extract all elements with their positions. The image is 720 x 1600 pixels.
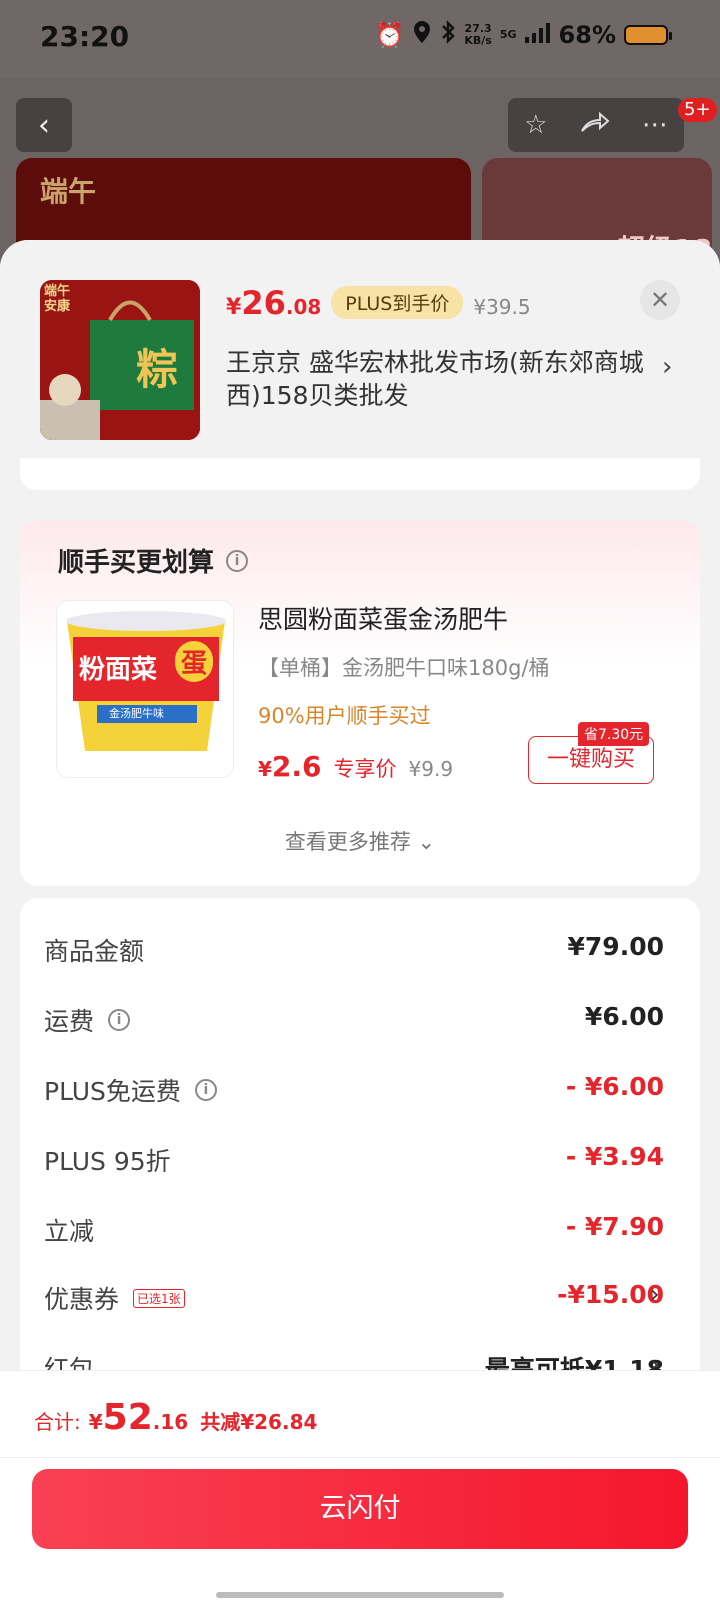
- network-speed: 27.3 KB/s: [464, 22, 492, 47]
- background-page: ‹ ☆ ⋯ 5+ 端午 超级18: [0, 78, 720, 278]
- original-price: ¥39.5: [473, 295, 531, 319]
- info-icon[interactable]: i: [108, 1009, 131, 1031]
- store-address[interactable]: 王京京 盛华宏林批发市场(新东郊商城西)158贝类批发: [226, 346, 646, 412]
- price-row: ¥26.08 PLUS到手价 ¥39.5: [226, 284, 531, 323]
- divider: [0, 1457, 720, 1458]
- chevron-left-icon: ‹: [38, 107, 50, 143]
- product-price: ¥26.08: [226, 284, 322, 322]
- status-icons: ⏰ 27.3 KB/s 5G 68%: [374, 20, 672, 50]
- summary-row-instant-off: 立减 - ¥7.90: [44, 1212, 664, 1246]
- bluetooth-icon: [440, 20, 456, 50]
- close-icon: ✕: [649, 286, 671, 314]
- coupon-chip: 已选1张: [133, 1288, 185, 1308]
- addon-name[interactable]: 思圆粉面菜蛋金汤肥牛: [258, 600, 508, 636]
- addon-spec: 【单桶】金汤肥牛口味180g/桶: [258, 656, 550, 680]
- price-summary: 商品金额 ¥79.00 运费 i ¥6.00 PLUS免运费 i - ¥6.00 P…: [20, 898, 700, 1418]
- home-indicator[interactable]: [216, 1592, 504, 1598]
- summary-row-goods: 商品金额 ¥79.00: [44, 932, 664, 966]
- signal-icon: [524, 21, 551, 49]
- back-button[interactable]: ‹: [16, 98, 72, 152]
- more-icon[interactable]: ⋯: [642, 110, 668, 140]
- addon-price-row: ¥2.6 专享价 ¥9.9: [258, 750, 453, 783]
- pay-button[interactable]: 云闪付: [32, 1469, 688, 1549]
- addon-card: 顺手买更划算 i 粉面菜 蛋 金汤肥牛味 思圆粉面菜蛋金汤肥牛 【单桶】金汤肥牛…: [20, 520, 700, 886]
- status-time: 23:20: [40, 20, 130, 53]
- addon-original-price: ¥9.9: [408, 757, 454, 781]
- battery-percent: 68%: [558, 21, 616, 49]
- summary-row-plus-discount: PLUS 95折 - ¥3.94: [44, 1142, 664, 1176]
- summary-row-coupon[interactable]: 优惠券 已选1张 -¥15.00: [44, 1280, 664, 1320]
- addon-product-image[interactable]: 粉面菜 蛋 金汤肥牛味: [56, 600, 234, 778]
- total-row: 合计: ¥ 52 .16 共减¥26.84: [34, 1397, 318, 1438]
- addon-image-text: 粉面菜: [79, 655, 158, 685]
- alarm-icon: ⏰: [374, 21, 405, 49]
- product-thumbnail: 端午安康 粽: [40, 280, 200, 440]
- battery-icon: [624, 25, 672, 45]
- network-type: 5G: [499, 28, 517, 41]
- status-bar: 23:20 ⏰ 27.3 KB/s 5G 68%: [0, 0, 720, 78]
- addon-price: ¥2.6: [258, 750, 322, 783]
- addon-rate: 90%用户顺手买过: [258, 704, 431, 728]
- top-actions: ☆ ⋯: [508, 98, 684, 152]
- chevron-right-icon[interactable]: ›: [650, 1280, 660, 1308]
- product-header: 端午安康 粽 ¥26.08 PLUS到手价 ¥39.5 ✕ 王京京 盛华宏林批发…: [0, 240, 720, 464]
- share-icon[interactable]: [580, 109, 610, 142]
- chevron-right-icon[interactable]: ›: [662, 352, 672, 382]
- summary-row-shipping: 运费 i ¥6.00: [44, 1002, 664, 1036]
- addon-image-egg: 蛋: [175, 641, 214, 682]
- location-icon: [412, 20, 432, 50]
- plus-price-tag: PLUS到手价: [331, 286, 464, 319]
- save-badge: 省7.30元: [578, 722, 650, 746]
- info-icon[interactable]: i: [194, 1079, 217, 1101]
- star-icon[interactable]: ☆: [524, 110, 547, 140]
- addon-image-flavor: 金汤肥牛味: [109, 707, 164, 720]
- more-recommendations[interactable]: 查看更多推荐 ⌄: [20, 826, 700, 856]
- thumb-big-text: 粽: [136, 345, 179, 394]
- close-button[interactable]: ✕: [640, 280, 680, 320]
- info-icon[interactable]: i: [226, 549, 249, 572]
- addon-price-label: 专享价: [333, 757, 397, 781]
- total-discount: 共减¥26.84: [200, 1410, 318, 1434]
- cart-badge: 5+: [678, 98, 717, 122]
- thumb-caption: 端午安康: [44, 284, 71, 314]
- checkout-sheet: 端午安康 粽 ¥26.08 PLUS到手价 ¥39.5 ✕ 王京京 盛华宏林批发…: [0, 240, 720, 1600]
- summary-row-plus-free-shipping: PLUS免运费 i - ¥6.00: [44, 1072, 664, 1106]
- addon-title: 顺手买更划算 i: [58, 542, 249, 579]
- checkout-bar: 合计: ¥ 52 .16 共减¥26.84 云闪付: [0, 1370, 720, 1600]
- card-strip: [20, 458, 700, 490]
- banner-left-title: 端午: [40, 175, 97, 208]
